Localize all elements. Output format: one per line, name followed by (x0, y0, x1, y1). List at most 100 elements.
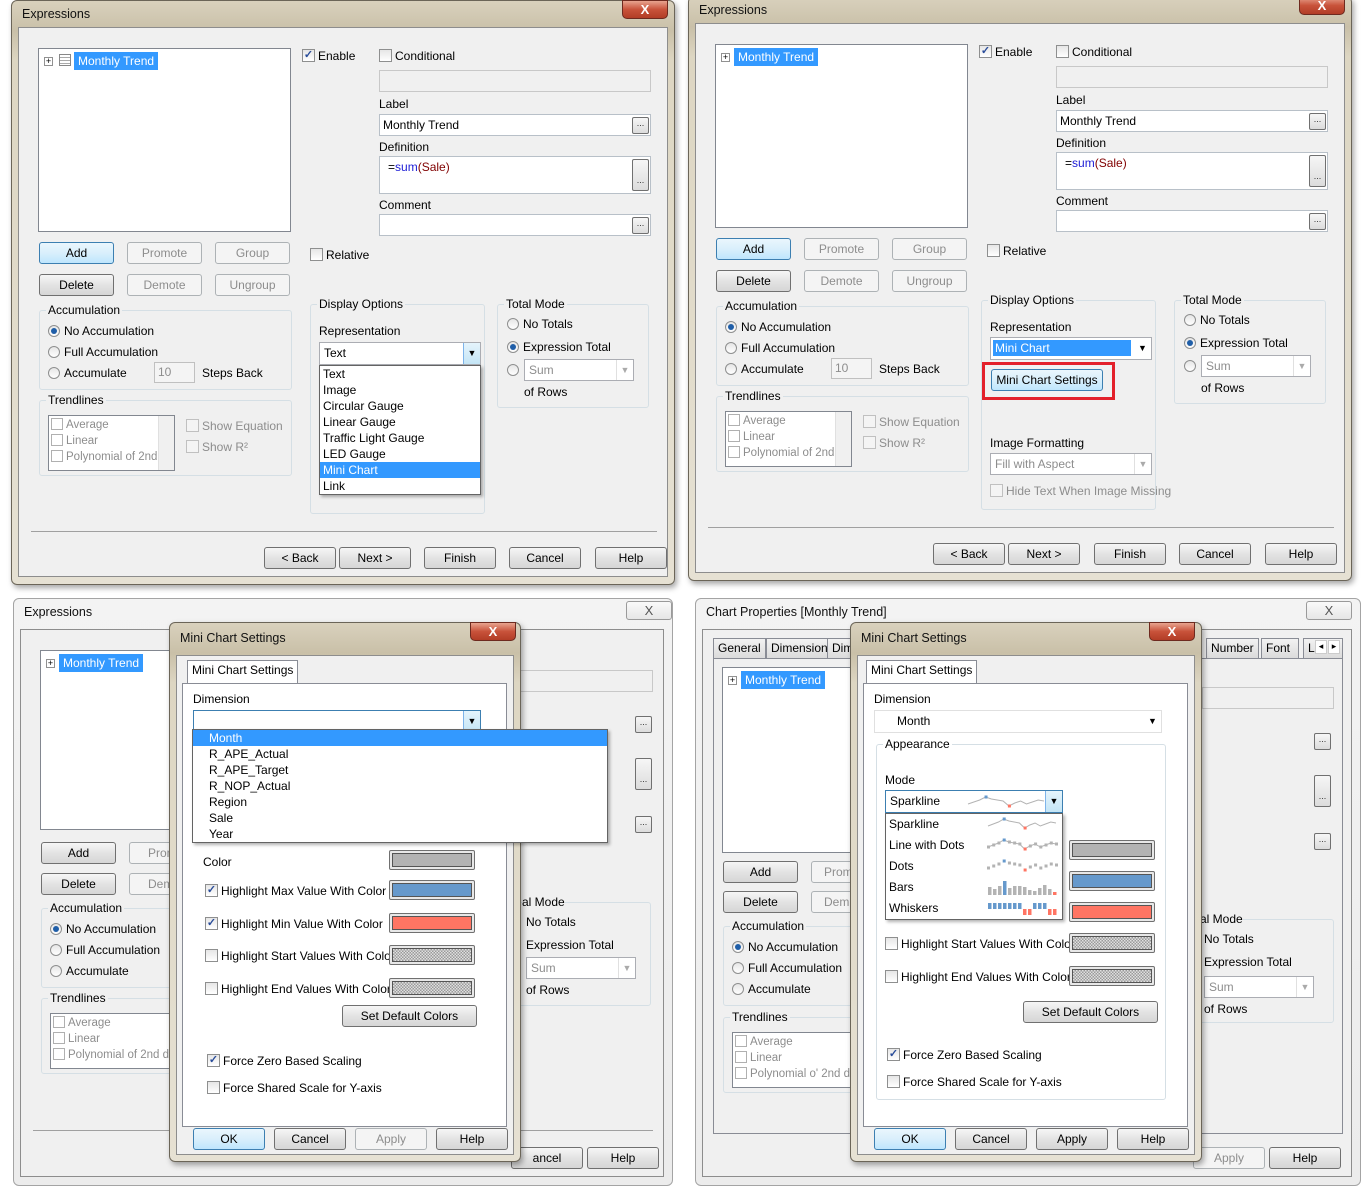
relative-checkbox[interactable] (987, 244, 1000, 257)
conditional-checkbox[interactable] (1056, 45, 1069, 58)
max-color-swatch[interactable] (1069, 871, 1155, 891)
help-button[interactable]: Help (1265, 543, 1337, 565)
expand-icon[interactable]: + (44, 57, 53, 66)
trendline-average[interactable]: Average (51, 418, 109, 431)
apply-button[interactable]: Apply (1036, 1128, 1108, 1150)
end-color-swatch[interactable] (1069, 966, 1155, 986)
sum-select[interactable]: Sum ▼ (1201, 355, 1311, 377)
mode-option-sparkline[interactable]: Sparkline (886, 814, 1062, 835)
comment-edit-button[interactable]: ... (1314, 833, 1331, 850)
expand-icon[interactable]: + (728, 676, 737, 685)
apply-button[interactable]: Apply (355, 1128, 427, 1150)
highlight-end-checkbox[interactable] (205, 982, 218, 995)
force-zero-checkbox[interactable]: ✓ (887, 1048, 900, 1061)
definition-edit-button[interactable]: ... (1309, 155, 1326, 187)
max-color-swatch[interactable] (389, 880, 475, 900)
add-button[interactable]: Add (41, 842, 116, 864)
sum-of-rows-radio[interactable] (507, 364, 519, 376)
mode-select[interactable]: Sparkline ▼ (885, 790, 1063, 813)
trendline-linear[interactable]: Linear (728, 430, 775, 443)
ok-button[interactable]: OK (193, 1128, 265, 1150)
trendline-average[interactable]: Average (735, 1035, 793, 1048)
trendlines-list[interactable]: Average Linear Polynomial o' 2nd d (732, 1032, 862, 1088)
promote-button[interactable]: Promote (127, 242, 202, 264)
full-accumulation-radio[interactable] (732, 962, 744, 974)
start-color-swatch[interactable] (389, 945, 475, 965)
tab-scroll-left-icon[interactable]: ◂ (1315, 640, 1327, 654)
full-accumulation-radio[interactable] (48, 346, 60, 358)
delete-button[interactable]: Delete (39, 274, 114, 296)
ungroup-button[interactable]: Ungroup (215, 274, 290, 296)
help-button[interactable]: Help (436, 1128, 508, 1150)
option-traffic-light-gauge[interactable]: Traffic Light Gauge (320, 430, 480, 446)
trendline-polynomial[interactable]: Polynomial of 2nd d (53, 1048, 169, 1061)
min-color-swatch[interactable] (389, 913, 475, 933)
option-r-nop-actual[interactable]: R_NOP_Actual (193, 778, 607, 794)
expression-tree[interactable]: + Monthly Trend (38, 48, 291, 232)
trendlines-scrollbar[interactable] (158, 416, 174, 470)
option-link[interactable]: Link (320, 478, 480, 494)
tab-general[interactable]: General (713, 638, 766, 658)
option-led-gauge[interactable]: LED Gauge (320, 446, 480, 462)
dropdown-arrow-icon[interactable]: ▼ (1134, 338, 1151, 359)
trendlines-list[interactable]: Average Linear Polynomial of 2nd d (48, 415, 175, 471)
dimension-dropdown[interactable]: Month R_APE_Actual R_APE_Target R_NOP_Ac… (192, 729, 608, 843)
tab-mini-chart-settings[interactable]: Mini Chart Settings (187, 660, 299, 683)
highlight-start-checkbox[interactable] (205, 949, 218, 962)
option-r-ape-actual[interactable]: R_APE_Actual (193, 746, 607, 762)
help-button[interactable]: Help (587, 1147, 659, 1169)
highlight-end-checkbox[interactable] (885, 970, 898, 983)
representation-select[interactable]: Text ▼ (319, 342, 481, 365)
comment-edit-button[interactable]: ... (635, 816, 652, 833)
option-r-ape-target[interactable]: R_APE_Target (193, 762, 607, 778)
show-r2-checkbox[interactable] (186, 440, 199, 453)
trendline-polynomial[interactable]: Polynomial o' 2nd d (735, 1067, 850, 1080)
delete-button[interactable]: Delete (716, 270, 791, 292)
trendlines-list[interactable]: Average Linear Polynomial of 2nd d (725, 411, 852, 467)
show-equation-checkbox[interactable] (186, 419, 199, 432)
sum-select[interactable]: Sum ▼ (1204, 976, 1314, 998)
accumulate-radio[interactable] (50, 965, 62, 977)
expand-icon[interactable]: + (46, 659, 55, 668)
expression-total-radio[interactable] (507, 341, 519, 353)
option-month[interactable]: Month (193, 730, 607, 746)
conditional-checkbox[interactable] (379, 49, 392, 62)
force-shared-checkbox[interactable] (887, 1075, 900, 1088)
group-button[interactable]: Group (892, 238, 967, 260)
delete-button[interactable]: Delete (41, 873, 116, 895)
comment-field[interactable] (379, 214, 651, 236)
comment-edit-button[interactable]: ... (632, 217, 649, 234)
add-button[interactable]: Add (39, 242, 114, 264)
trendline-polynomial[interactable]: Polynomial of 2nd d (51, 450, 167, 463)
dimension-select[interactable]: Month ▼ (874, 710, 1162, 733)
option-year[interactable]: Year (193, 826, 607, 842)
tab-font[interactable]: Font (1261, 638, 1299, 658)
expression-tree[interactable]: + Monthly Trend (715, 44, 968, 228)
next-button[interactable]: Next > (1008, 543, 1080, 565)
relative-checkbox[interactable] (310, 248, 323, 261)
tree-item-monthly-trend[interactable]: Monthly Trend (734, 48, 819, 66)
help-button[interactable]: Help (595, 547, 667, 569)
next-button[interactable]: Next > (339, 547, 411, 569)
accumulate-radio[interactable] (48, 367, 60, 379)
sum-of-rows-radio[interactable] (1184, 360, 1196, 372)
accumulate-radio[interactable] (732, 983, 744, 995)
definition-edit-button[interactable]: ... (1314, 775, 1331, 807)
cancel-button[interactable]: Cancel (274, 1128, 346, 1150)
cancel-button[interactable]: Cancel (1179, 543, 1251, 565)
trendline-linear[interactable]: Linear (51, 434, 98, 447)
apply-button[interactable]: Apply (1193, 1147, 1265, 1169)
accumulate-radio[interactable] (725, 363, 737, 375)
min-color-swatch[interactable] (1069, 902, 1155, 922)
force-zero-checkbox[interactable]: ✓ (207, 1054, 220, 1067)
delete-button[interactable]: Delete (723, 891, 798, 913)
trendline-linear[interactable]: Linear (735, 1051, 782, 1064)
trendlines-list[interactable]: Average Linear Polynomial of 2nd d (50, 1013, 180, 1069)
cancel-button[interactable]: Cancel (509, 547, 581, 569)
tree-item-monthly-trend[interactable]: Monthly Trend (74, 52, 159, 70)
highlight-max-checkbox[interactable]: ✓ (205, 884, 218, 897)
no-accumulation-radio[interactable] (725, 321, 737, 333)
mode-dropdown[interactable]: Sparkline Line with Dots Dots Bars Whisk… (885, 813, 1063, 920)
dropdown-arrow-icon[interactable]: ▼ (1045, 791, 1062, 812)
option-circular-gauge[interactable]: Circular Gauge (320, 398, 480, 414)
